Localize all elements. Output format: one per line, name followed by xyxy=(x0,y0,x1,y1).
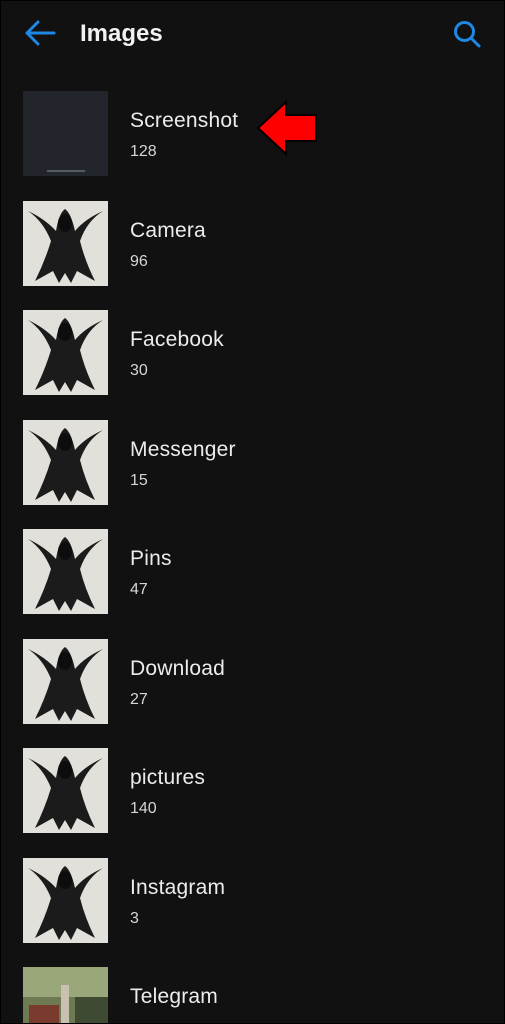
album-name: Telegram xyxy=(130,985,218,1008)
album-name: Download xyxy=(130,656,225,680)
album-name: Camera xyxy=(130,218,206,242)
album-thumbnail xyxy=(23,91,108,176)
back-button[interactable] xyxy=(19,15,61,51)
album-item[interactable]: Download 27 xyxy=(1,629,504,739)
thumbnail-art xyxy=(23,419,108,505)
album-name: Pins xyxy=(130,547,172,570)
thumbnail-art xyxy=(23,748,108,833)
thumbnail-art xyxy=(23,857,108,943)
arrow-left-icon xyxy=(25,20,56,46)
gallery-screen: Images Screenshot 128 Camera 96 Facebook 30… xyxy=(0,0,505,1024)
album-item[interactable]: Facebook 30 xyxy=(1,300,504,410)
album-name: Messenger xyxy=(130,437,236,461)
album-count: 47 xyxy=(130,581,148,598)
album-thumbnail xyxy=(23,310,108,395)
album-count: 27 xyxy=(130,690,148,708)
album-item[interactable]: Pins 47 xyxy=(1,519,504,629)
search-icon xyxy=(454,21,481,48)
album-count: 96 xyxy=(130,252,148,270)
album-name: Facebook xyxy=(130,328,224,351)
album-item[interactable]: Screenshot 128 xyxy=(1,81,504,191)
album-count: 128 xyxy=(130,143,157,160)
album-count: 30 xyxy=(130,362,148,379)
album-count: 140 xyxy=(130,800,157,817)
thumbnail-photo xyxy=(23,967,108,1023)
album-name: Screenshot xyxy=(130,109,239,132)
album-list: Screenshot 128 Camera 96 Facebook 30 Messen… xyxy=(1,81,504,1023)
red-arrow-left-icon xyxy=(256,99,317,157)
album-thumbnail xyxy=(23,857,108,943)
album-count: 3 xyxy=(130,909,139,927)
album-item[interactable]: Camera 96 xyxy=(1,191,504,301)
album-item[interactable]: Telegram xyxy=(1,957,504,1023)
thumbnail-caption-strip xyxy=(47,170,85,172)
thumbnail-art xyxy=(23,310,108,395)
thumbnail-art xyxy=(23,200,108,286)
search-button[interactable] xyxy=(447,15,487,53)
album-thumbnail xyxy=(23,419,108,505)
album-thumbnail xyxy=(23,967,108,1023)
album-name: pictures xyxy=(130,766,206,789)
thumbnail-art xyxy=(23,529,108,614)
album-thumbnail xyxy=(23,529,108,614)
album-item[interactable]: Messenger 15 xyxy=(1,410,504,520)
album-item[interactable]: pictures 140 xyxy=(1,738,504,848)
album-thumbnail xyxy=(23,748,108,833)
album-thumbnail xyxy=(23,200,108,286)
app-bar: Images xyxy=(1,1,504,67)
album-thumbnail xyxy=(23,638,108,724)
album-item[interactable]: Instagram 3 xyxy=(1,848,504,958)
album-count: 15 xyxy=(130,471,148,489)
thumbnail-art xyxy=(23,638,108,724)
page-title: Images xyxy=(80,20,163,47)
album-name: Instagram xyxy=(130,875,226,899)
